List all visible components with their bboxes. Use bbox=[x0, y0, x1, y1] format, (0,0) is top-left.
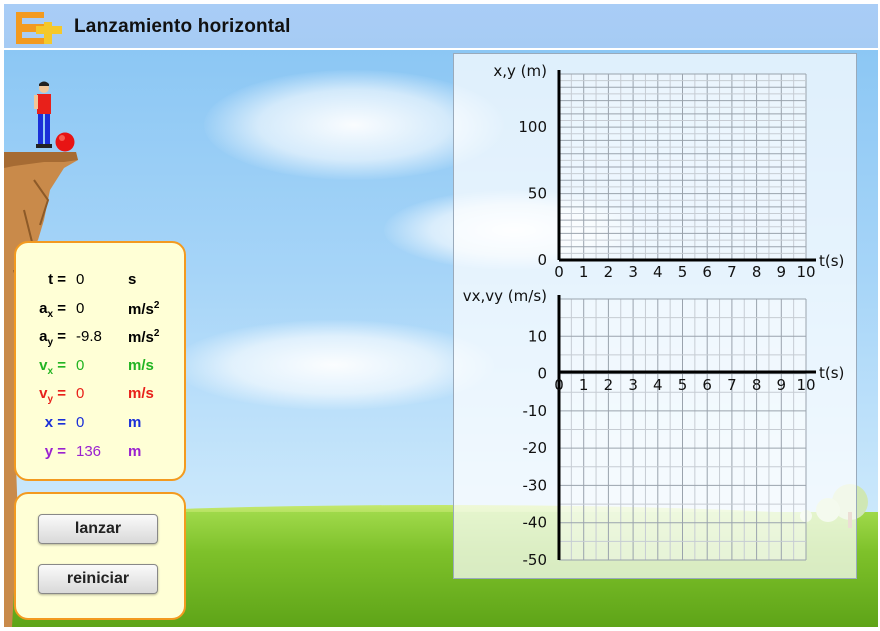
x-tick-label: 9 bbox=[777, 376, 787, 394]
info-unit: m bbox=[128, 442, 142, 460]
info-unit: m/s2 bbox=[128, 299, 160, 318]
cloud bbox=[174, 320, 494, 410]
simulation-app: Lanzamiento horizontal t = 0 s ax = 0 m/… bbox=[0, 0, 880, 631]
info-row: vx = 0 m/s bbox=[16, 357, 184, 381]
info-label: x = bbox=[44, 414, 66, 431]
logo-icon bbox=[16, 12, 62, 44]
x-tick-label: 9 bbox=[777, 263, 787, 281]
x-tick-label: 6 bbox=[702, 263, 712, 281]
y-tick-label: 100 bbox=[518, 118, 547, 136]
controls-panel: lanzar reiniciar bbox=[14, 492, 186, 620]
y-tick-label: -10 bbox=[523, 402, 548, 420]
y-axis-label: x,y (m) bbox=[493, 62, 547, 80]
info-value: 0 bbox=[76, 414, 85, 431]
info-label: ax = bbox=[39, 299, 66, 320]
y-tick-label: 0 bbox=[537, 365, 547, 383]
info-row: t = 0 s bbox=[16, 271, 184, 295]
info-value: 0 bbox=[76, 271, 85, 288]
x-tick-label: 7 bbox=[727, 376, 737, 394]
x-tick-label: 1 bbox=[579, 263, 589, 281]
x-tick-label: 10 bbox=[796, 263, 815, 281]
charts-svg: x,y (m)t(s)0 1 2 3 4 5 6 7 8 9 10050100vx,vy (m/s)… bbox=[463, 62, 845, 569]
info-row: vy = 0 m/s bbox=[16, 385, 184, 409]
info-unit: m/s2 bbox=[128, 328, 160, 347]
info-label: vx = bbox=[39, 356, 66, 377]
x-tick-label: 0 bbox=[554, 263, 564, 281]
x-tick-label: 5 bbox=[678, 263, 688, 281]
x-tick-label: 8 bbox=[752, 263, 762, 281]
x-tick-label: 7 bbox=[727, 263, 737, 281]
charts-panel: x,y (m) t(s) 0 1 2 3 4 5 6 7 8 9 10 0 50 100 vx,vy (m/s)… bbox=[453, 53, 857, 579]
y-tick-label: -30 bbox=[523, 476, 548, 494]
info-unit: s bbox=[128, 271, 137, 288]
x-tick-label: 4 bbox=[653, 263, 663, 281]
info-row: ax = 0 m/s2 bbox=[16, 300, 184, 324]
values-panel: t = 0 s ax = 0 m/s2 ay = -9.8 m/s2 vx = 0 m/s vy = 0 m… bbox=[14, 241, 186, 481]
info-label: t = bbox=[48, 271, 66, 288]
x-tick-label: 1 bbox=[579, 376, 589, 394]
info-unit: m/s bbox=[128, 385, 154, 403]
info-value: 0 bbox=[76, 356, 85, 374]
info-row: ay = -9.8 m/s2 bbox=[16, 328, 184, 352]
y-tick-label: -40 bbox=[523, 514, 548, 532]
x-tick-label: 6 bbox=[702, 376, 712, 394]
page-title: Lanzamiento horizontal bbox=[74, 16, 291, 37]
y-axis-label: vx,vy (m/s) bbox=[463, 287, 547, 305]
info-label: y = bbox=[44, 442, 66, 460]
header-bar: Lanzamiento horizontal bbox=[4, 4, 878, 48]
launch-button[interactable]: lanzar bbox=[38, 514, 158, 544]
reset-button[interactable]: reiniciar bbox=[38, 564, 158, 594]
x-tick-label: 3 bbox=[628, 376, 638, 394]
info-unit: m/s bbox=[128, 356, 154, 374]
y-tick-label: -20 bbox=[523, 439, 548, 457]
info-unit: m bbox=[128, 414, 142, 431]
info-label: vy = bbox=[39, 385, 66, 406]
y-tick-label: 50 bbox=[528, 185, 547, 203]
info-value: 136 bbox=[76, 442, 102, 460]
x-axis-label: t(s) bbox=[819, 364, 844, 382]
x-axis-label: t(s) bbox=[819, 252, 844, 270]
info-value: 0 bbox=[76, 299, 85, 317]
x-tick-label: 8 bbox=[752, 376, 762, 394]
info-value: 0 bbox=[76, 385, 85, 403]
info-row: y = 136 m bbox=[16, 443, 184, 467]
x-tick-label: 3 bbox=[628, 263, 638, 281]
info-value: -9.8 bbox=[76, 328, 102, 346]
info-label: ay = bbox=[39, 328, 66, 349]
ball bbox=[55, 132, 75, 152]
x-tick-label: 4 bbox=[653, 376, 663, 394]
y-tick-label: 0 bbox=[537, 251, 547, 269]
y-tick-label: -50 bbox=[523, 551, 548, 569]
info-row: x = 0 m bbox=[16, 414, 184, 438]
person-figure bbox=[34, 81, 52, 148]
x-tick-label: 0 bbox=[554, 376, 564, 394]
x-tick-label: 2 bbox=[604, 263, 614, 281]
y-tick-label: 10 bbox=[528, 327, 547, 345]
x-tick-label: 5 bbox=[678, 376, 688, 394]
x-tick-label: 10 bbox=[796, 376, 815, 394]
x-tick-label: 2 bbox=[604, 376, 614, 394]
